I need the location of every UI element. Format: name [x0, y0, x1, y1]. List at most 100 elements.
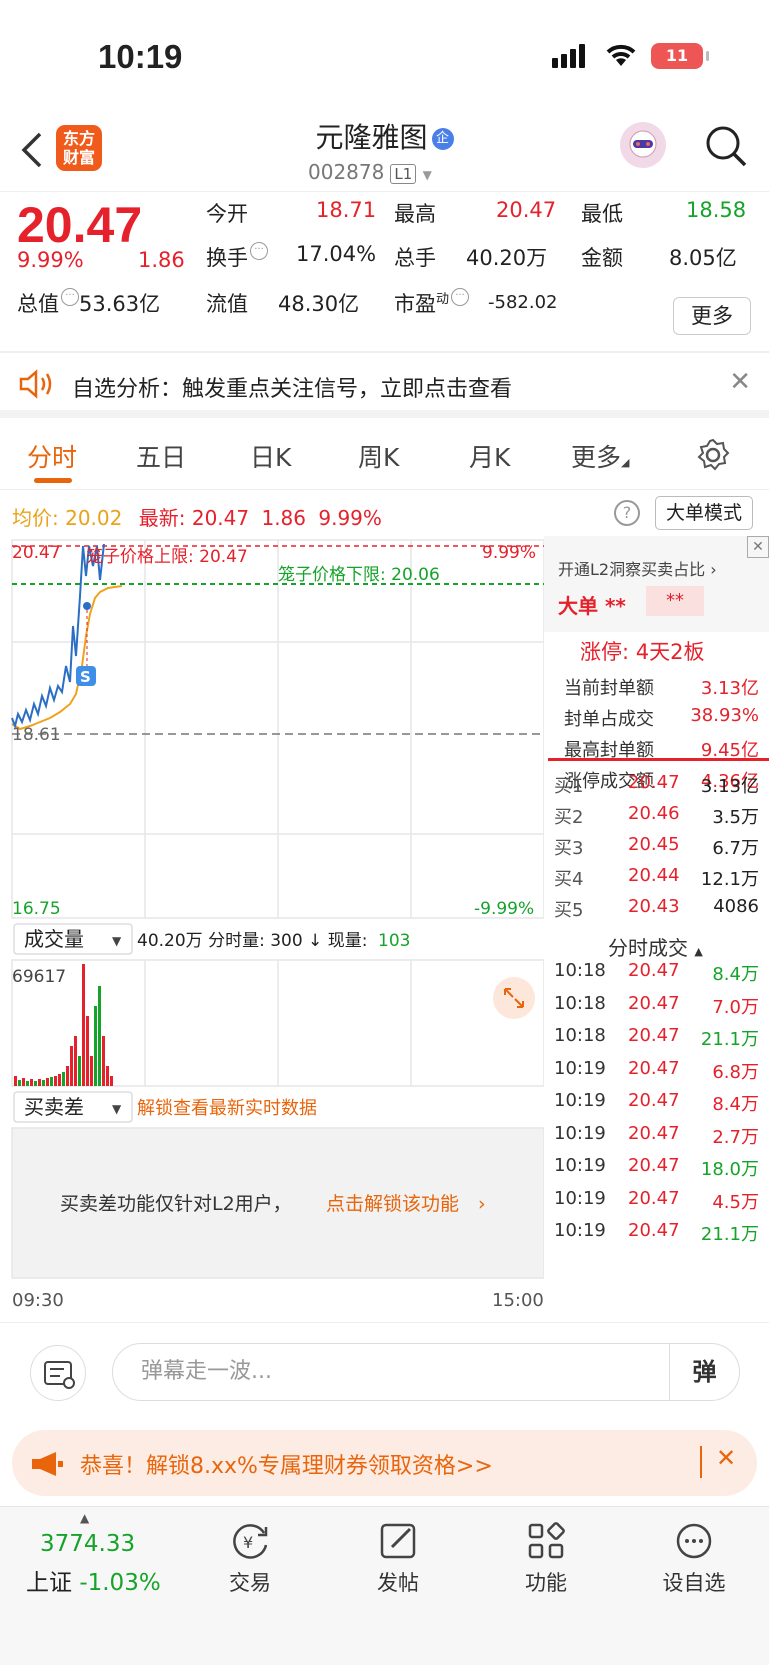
caret-up-icon: ▲ [80, 1511, 90, 1525]
order-panel: 开通L2洞察买卖占比 › ✕ 大单 ** ** 涨停: 4天2板 当前封单额 3… [544, 536, 769, 1322]
tab-more[interactable]: 更多◢ [571, 438, 629, 474]
stat-label: 封单占成交 [564, 709, 654, 730]
comment-list-icon[interactable] [30, 1345, 86, 1401]
danmu-input[interactable]: 弹幕走一波... 弹 [112, 1343, 740, 1401]
avg-value: 20.02 [65, 506, 123, 530]
tick-price: 20.47 [628, 1220, 680, 1241]
pe-dots-icon[interactable]: ··· [451, 288, 470, 306]
tick-volume: 8.4万 [712, 1094, 759, 1115]
settings-icon[interactable] [696, 438, 730, 472]
post-icon[interactable] [348, 1519, 448, 1567]
close-icon[interactable]: ✕ [747, 536, 769, 558]
divider [700, 1446, 702, 1478]
search-icon[interactable] [704, 124, 748, 168]
close-icon[interactable]: ✕ [716, 1444, 736, 1472]
bid-price: 20.46 [628, 803, 680, 824]
amount-value: 8.05亿 [669, 246, 737, 270]
bid-volume: 3.5万 [712, 807, 759, 828]
tab-functions[interactable]: 功能 [496, 1567, 596, 1597]
spread-select-label: 买卖差 [24, 1095, 84, 1119]
stock-code[interactable]: 002878 L1 ▼ [308, 160, 432, 184]
index-summary[interactable]: 上证 -1.03% [26, 1563, 161, 1597]
market-cap: 总值 ··· 53.63亿 [17, 288, 161, 316]
help-icon[interactable]: ? [614, 500, 640, 526]
turnover-label: 换手 ··· [206, 242, 268, 272]
last-price: 20.47 [17, 197, 143, 253]
tick-volume: 21.1万 [700, 1029, 759, 1050]
danmu-toggle-button[interactable]: 弹 [669, 1344, 739, 1400]
tab-five-day[interactable]: 五日 [136, 438, 186, 474]
high-value: 20.47 [496, 198, 557, 222]
tab-weekly-k[interactable]: 周K [358, 438, 399, 474]
volume-info: 40.20万 分时量: 300 ↓ 现量: [137, 931, 367, 951]
stat-label: 当前封单额 [564, 678, 654, 699]
expand-button[interactable] [493, 977, 535, 1019]
bid-level: 买1 [554, 776, 584, 797]
bid-level: 买5 [554, 900, 584, 921]
period-tabs: 分时 五日 日K 周K 月K 更多◢ [0, 420, 769, 490]
upper-cage-label: 笼子价格上限: 20.47 [86, 547, 248, 567]
avg-label: 均价: [12, 506, 59, 530]
stat-value: 3.13亿 [700, 678, 759, 699]
status-bar: 10:19 11 [0, 0, 769, 112]
close-icon[interactable]: ✕ [729, 367, 751, 397]
quote-panel: 20.47 9.99% 1.86 总值 ··· 53.63亿 今开 18.71 最高… [0, 192, 769, 352]
analysis-notice[interactable]: 自选分析：触发重点关注信号，立即点击查看 ✕ [0, 352, 769, 418]
intraday-chart[interactable]: S 20.47 笼子价格上限: 20.47 9.99% 笼子价格下限: 20.0… [0, 536, 544, 1322]
bid-level: 买4 [554, 869, 584, 890]
bid-level: 买2 [554, 807, 584, 828]
functions-icon[interactable] [496, 1519, 596, 1567]
volume-max: 69617 [12, 967, 66, 987]
tick-price: 20.47 [628, 960, 680, 981]
bid-volume: 6.7万 [712, 838, 759, 859]
level-badge: L1 [390, 164, 417, 184]
more-button[interactable]: 更多 [673, 297, 751, 335]
tick-price: 20.47 [628, 1025, 680, 1046]
index-value[interactable]: 3774.33 [40, 1531, 135, 1557]
tab-monthly-k[interactable]: 月K [469, 438, 510, 474]
bid-price: 20.47 [628, 772, 680, 793]
top-left-price: 20.47 [12, 543, 61, 563]
tab-daily-k[interactable]: 日K [250, 438, 291, 474]
change-amount: 1.86 [138, 248, 185, 272]
latest-change: 1.86 [261, 506, 306, 530]
tick-price: 20.47 [628, 1090, 680, 1111]
notice-text: 自选分析：触发重点关注信号，立即点击查看 [72, 377, 513, 402]
promo-banner[interactable]: 恭喜！解锁8.xx%专属理财券领取资格>> ✕ [12, 1430, 757, 1496]
s-marker-label: S [80, 668, 91, 686]
add-watchlist-icon[interactable] [644, 1519, 744, 1567]
tab-intraday[interactable]: 分时 [27, 438, 77, 474]
info-dots-icon[interactable]: ··· [250, 242, 268, 260]
tab-post[interactable]: 发帖 [348, 1567, 448, 1597]
open-label: 今开 [206, 202, 248, 226]
unlock-cta[interactable]: 点击解锁该功能 [326, 1193, 459, 1215]
limit-up-streak: 涨停: 4天2板 [580, 640, 705, 664]
megaphone-icon [32, 1452, 63, 1476]
tick-price: 20.47 [628, 992, 680, 1014]
tick-price: 20.47 [628, 1122, 680, 1144]
caret-icon: ◢ [621, 456, 630, 469]
volume-select-label: 成交量 [24, 927, 84, 951]
top-right-pct: 9.99% [482, 543, 536, 563]
l2-link[interactable]: 开通L2洞察买卖占比 › [558, 556, 717, 580]
low-label: 最低 [581, 202, 623, 226]
tab-add-watchlist[interactable]: 设自选 [644, 1567, 744, 1597]
active-tab-indicator [34, 478, 72, 483]
tick-price: 20.47 [628, 1057, 680, 1079]
more-dots-icon[interactable]: ··· [61, 288, 79, 306]
dropdown-caret-icon: ▼ [112, 934, 122, 948]
tick-time: 10:18 [554, 1025, 606, 1046]
stat-value: 38.93% [690, 705, 759, 726]
trade-icon[interactable]: ¥ [200, 1519, 300, 1567]
assistant-robot-icon[interactable] [620, 122, 666, 168]
divider [548, 758, 769, 761]
tick-time: 10:19 [554, 1187, 606, 1209]
big-order-mode-button[interactable]: 大单模式 [655, 496, 753, 530]
bottom-left-price: 16.75 [12, 899, 61, 919]
amount-label: 金额 [581, 246, 623, 270]
pe-value: -582.02 [488, 292, 558, 313]
bid-volume: 3.13亿 [700, 776, 759, 797]
ticks-title[interactable]: 分时成交 ▲ [608, 932, 703, 961]
tab-trade[interactable]: 交易 [200, 1567, 300, 1597]
unlock-link[interactable]: 解锁查看最新实时数据 [137, 1098, 317, 1119]
